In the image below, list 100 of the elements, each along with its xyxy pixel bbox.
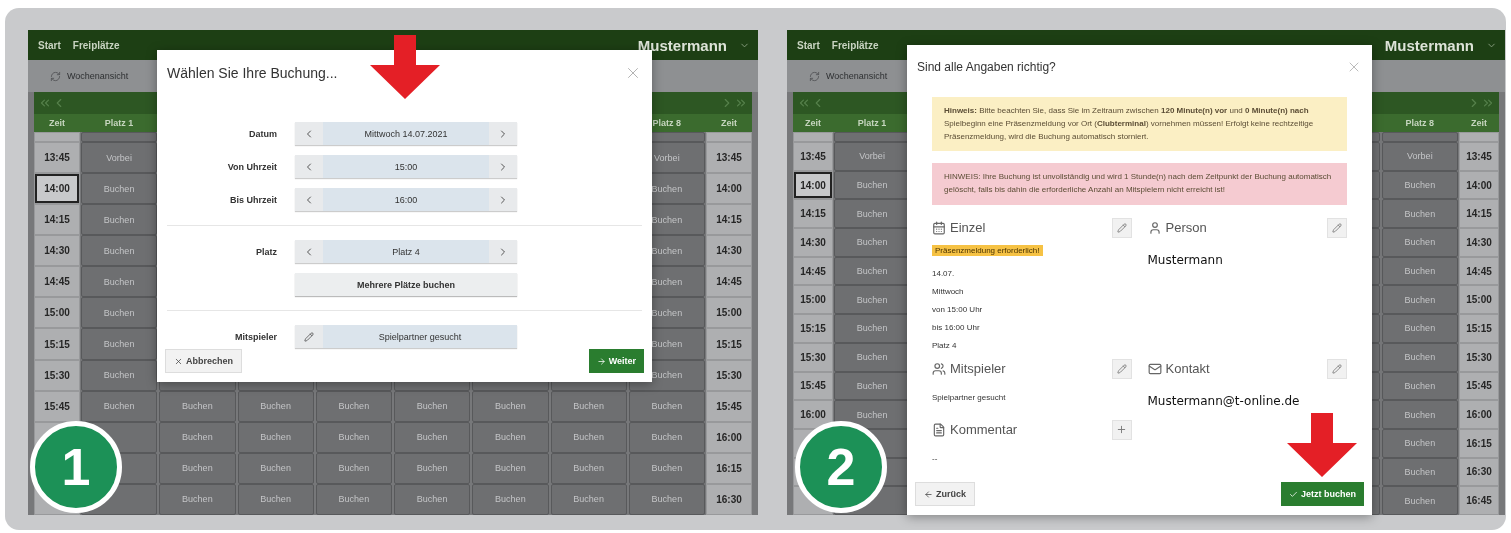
double-right-icon[interactable] (1481, 96, 1495, 110)
person-icon (1147, 221, 1162, 235)
value-stepper[interactable]: 15:00 (295, 155, 517, 178)
slot-cell[interactable]: Buchen (237, 390, 314, 422)
slot-cell[interactable]: Buchen (1381, 285, 1458, 315)
slot-cell[interactable]: Buchen (550, 483, 627, 515)
slot-cell[interactable]: Buchen (1381, 457, 1458, 487)
slot-cell[interactable]: Buchen (81, 297, 158, 329)
field-label: Datum (249, 128, 277, 139)
slot-cell[interactable]: Buchen (1381, 314, 1458, 343)
book-button[interactable]: Jetzt buchen (1281, 482, 1364, 506)
slot-cell[interactable]: Buchen (237, 452, 314, 484)
slot-cell[interactable]: Buchen (1381, 170, 1458, 200)
slot-cell[interactable]: Buchen (81, 204, 158, 236)
stepper-value: Mittwoch 14.07.2021 (323, 122, 489, 145)
slot-cell[interactable]: Buchen (394, 452, 471, 484)
double-left-icon[interactable] (797, 96, 811, 110)
slot-cell[interactable]: Buchen (1381, 228, 1458, 257)
edit-button[interactable] (1327, 359, 1347, 379)
slot-cell[interactable]: Buchen (237, 483, 314, 515)
value-stepper[interactable]: Mittwoch 14.07.2021 (295, 122, 517, 145)
column-header: Zeit (805, 118, 821, 128)
slot-cell[interactable]: Buchen (472, 421, 549, 453)
detail-value: Mustermann (1147, 253, 1224, 267)
slot-cell[interactable]: Buchen (550, 390, 627, 422)
slot-cell[interactable]: Buchen (159, 452, 236, 484)
cancel-button[interactable]: Abbrechen (165, 349, 242, 373)
user-name[interactable]: Mustermann (1384, 36, 1474, 54)
nav-link[interactable]: Freiplätze (72, 39, 120, 51)
slot-cell[interactable]: Buchen (1381, 486, 1458, 515)
slot-cell[interactable]: Buchen (472, 390, 549, 422)
slot-cell[interactable]: Buchen (628, 421, 705, 453)
nav-link[interactable]: Start (38, 39, 61, 51)
slot-cell[interactable]: Buchen (628, 390, 705, 422)
slot-cell[interactable]: Buchen (237, 421, 314, 453)
week-view-link[interactable]: Wochenansicht (67, 71, 129, 81)
slot-cell[interactable]: Buchen (81, 390, 158, 422)
pencil-icon (304, 331, 314, 342)
double-right-icon[interactable] (734, 96, 748, 110)
slot-cell[interactable]: Buchen (315, 421, 392, 453)
time-cell: 16:00 (706, 421, 752, 453)
edit-button[interactable] (1111, 218, 1132, 238)
slot-cell[interactable]: Buchen (472, 452, 549, 484)
slot-cell[interactable]: Buchen (81, 266, 158, 298)
slot-cell[interactable]: Buchen (1381, 371, 1458, 401)
user-name[interactable]: Mustermann (637, 36, 727, 54)
slot-cell[interactable]: Buchen (159, 390, 236, 422)
slot-cell[interactable]: Buchen (81, 235, 158, 267)
time-cell: 15:30 (706, 359, 752, 391)
time-cell: 15:45 (706, 390, 752, 422)
slot-cell[interactable]: Buchen (472, 483, 549, 515)
value-stepper[interactable]: Platz 4 (295, 240, 517, 263)
time-cell: 16:15 (1459, 428, 1499, 458)
slot-cell[interactable]: Buchen (315, 390, 392, 422)
nav-link[interactable]: Freiplätze (831, 39, 879, 51)
time-cell: 14:45 (793, 256, 833, 286)
slot-cell[interactable]: Buchen (550, 421, 627, 453)
slot-cell[interactable]: Buchen (1381, 342, 1458, 372)
slot-cell[interactable]: Buchen (628, 452, 705, 484)
refresh-icon[interactable] (50, 70, 61, 82)
slot-cell[interactable]: Buchen (1381, 428, 1458, 458)
slot-cell[interactable]: Buchen (81, 359, 158, 391)
time-cell: 16:00 (1459, 400, 1499, 429)
slot-cell[interactable]: Buchen (394, 421, 471, 453)
slot-cell[interactable]: Vorbei (1381, 142, 1458, 171)
slot-cell[interactable]: Buchen (1381, 400, 1458, 429)
edit-button[interactable] (1111, 359, 1132, 379)
slot-cell[interactable]: Buchen (628, 483, 705, 515)
week-view-link[interactable]: Wochenansicht (826, 71, 888, 81)
add-button[interactable] (1111, 420, 1132, 440)
partner-field[interactable]: Spielpartner gesucht (295, 325, 517, 348)
time-cell: 14:00 (793, 170, 833, 200)
down-arrow-icon (370, 35, 440, 99)
refresh-icon[interactable] (809, 70, 820, 82)
back-button[interactable]: Zurück (915, 482, 975, 506)
nav-link[interactable]: Start (797, 39, 820, 51)
slot-cell[interactable]: Buchen (315, 452, 392, 484)
slot-cell[interactable]: Buchen (550, 452, 627, 484)
slot-cell[interactable]: Buchen (315, 483, 392, 515)
time-cell: 13:45 (706, 142, 752, 174)
slot-cell[interactable]: Buchen (159, 483, 236, 515)
multi-court-button[interactable]: Mehrere Plätze buchen (295, 273, 517, 296)
time-cell (793, 132, 833, 142)
double-left-icon[interactable] (38, 96, 52, 110)
section-title: Kontakt (1165, 361, 1210, 377)
slot-cell[interactable]: Buchen (1381, 256, 1458, 286)
slot-cell[interactable]: Buchen (1381, 199, 1458, 229)
value-stepper[interactable]: 16:00 (295, 188, 517, 211)
arrow-left-icon (924, 489, 933, 499)
slot-cell[interactable]: Buchen (81, 173, 158, 205)
pencil-icon (1116, 223, 1127, 233)
status-tag: Präsenzmeldung erforderlich! (932, 245, 1043, 256)
slot-cell[interactable]: Buchen (394, 390, 471, 422)
edit-button[interactable] (1327, 218, 1347, 238)
slot-cell[interactable]: Buchen (394, 483, 471, 515)
next-button[interactable]: Weiter (588, 349, 644, 373)
slot-cell[interactable]: Vorbei (81, 142, 158, 174)
close-icon (174, 356, 183, 366)
slot-cell[interactable]: Buchen (81, 328, 158, 360)
slot-cell[interactable]: Buchen (159, 421, 236, 453)
